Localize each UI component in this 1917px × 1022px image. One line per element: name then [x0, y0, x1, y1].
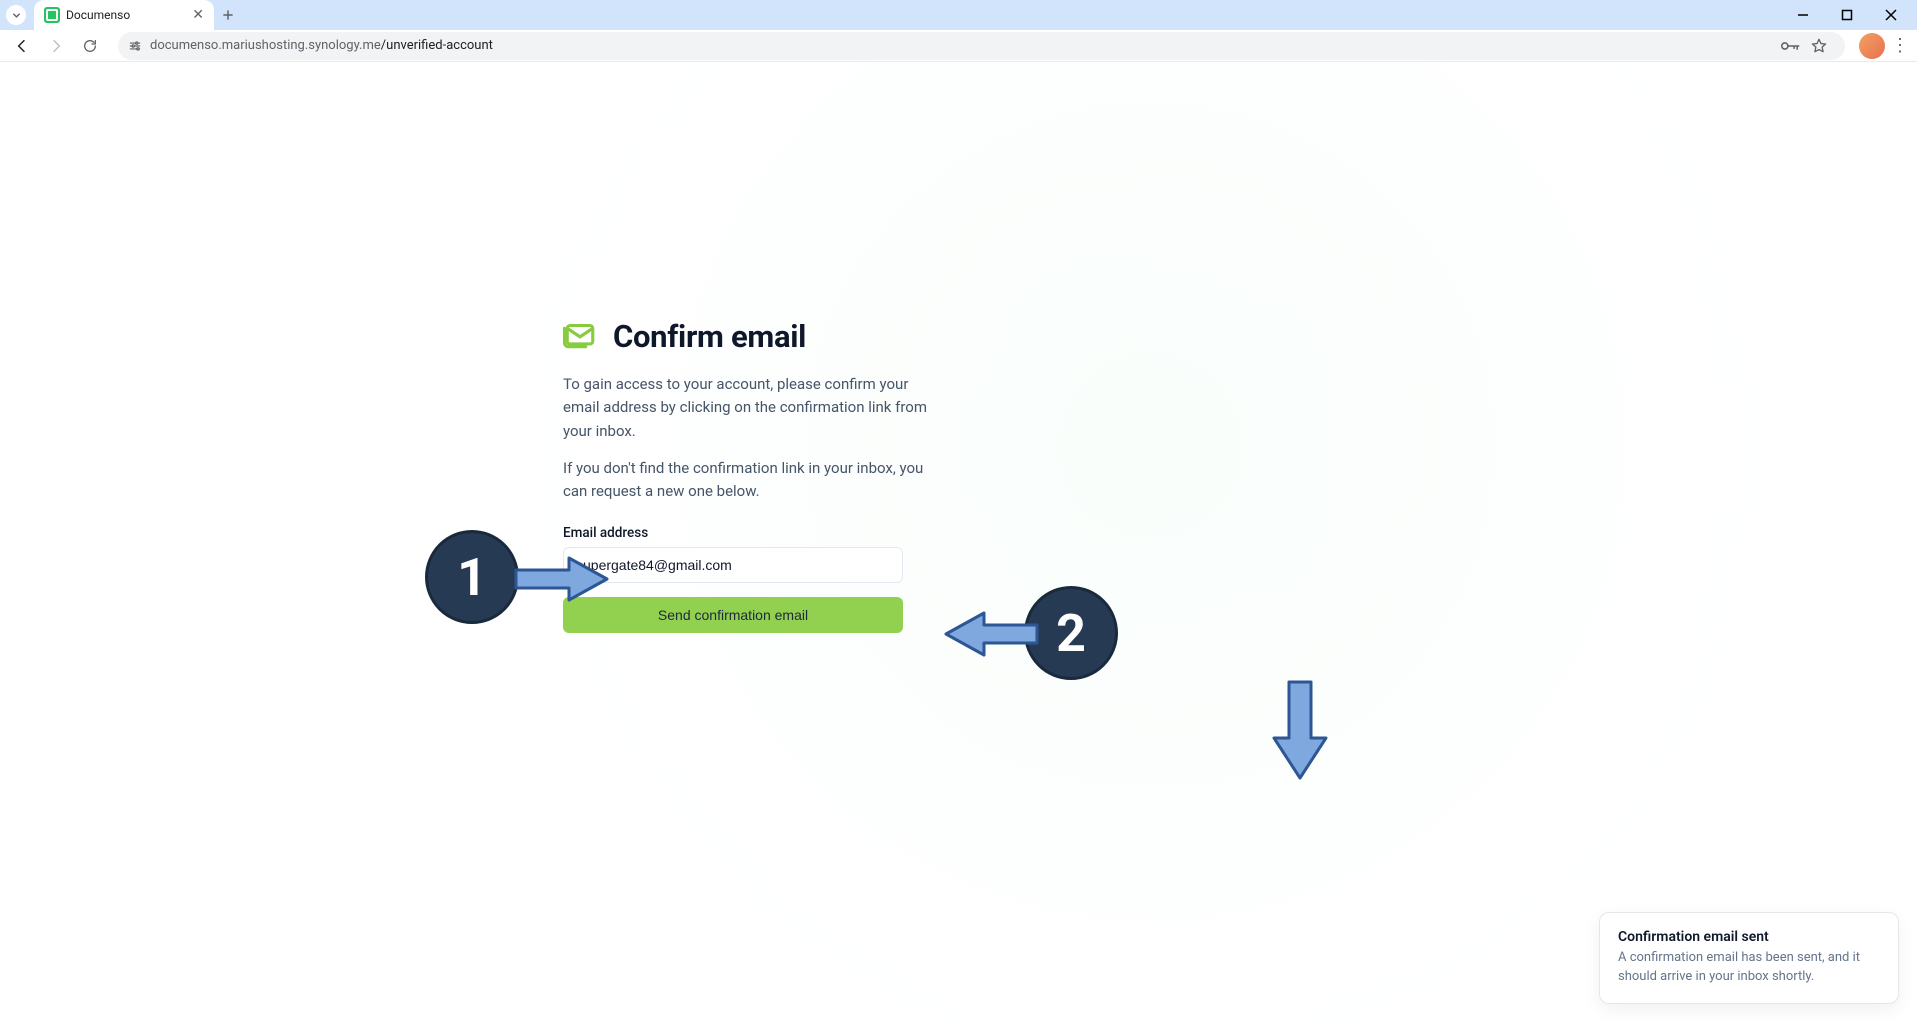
annotation-arrow-2 — [944, 611, 1039, 657]
address-row: documenso.mariushosting.synology.me/unve… — [0, 30, 1917, 62]
address-bar-right-icons — [1781, 38, 1827, 54]
url-host: documenso.mariushosting.synology.me — [150, 38, 381, 53]
url-text: documenso.mariushosting.synology.me/unve… — [150, 38, 1773, 53]
annotation-arrow-3 — [1272, 680, 1328, 780]
password-key-icon[interactable] — [1781, 39, 1801, 53]
window-close-button[interactable] — [1875, 0, 1907, 30]
send-confirmation-button[interactable]: Send confirmation email — [563, 597, 903, 633]
confirm-email-form: Email address Send confirmation email — [563, 525, 947, 633]
heading-row: Confirm email — [563, 317, 947, 355]
bookmark-star-icon[interactable] — [1811, 38, 1827, 54]
instruction-paragraph-2: If you don't find the confirmation link … — [563, 457, 947, 504]
window-controls — [1787, 0, 1917, 30]
toast-notification: Confirmation email sent A confirmation e… — [1599, 912, 1899, 1004]
arrow-right-icon — [48, 38, 64, 54]
page-content: Confirm email To gain access to your acc… — [0, 62, 1917, 1022]
arrow-left-icon — [14, 38, 30, 54]
search-tabs-button[interactable] — [6, 5, 26, 25]
maximize-icon — [1841, 9, 1853, 21]
plus-icon — [221, 8, 235, 22]
close-icon — [1885, 9, 1897, 21]
tab-active[interactable]: Documenso ✕ — [34, 0, 214, 30]
toast-title: Confirmation email sent — [1618, 929, 1880, 945]
tab-close-button[interactable]: ✕ — [192, 7, 204, 23]
chevron-down-icon — [11, 10, 22, 21]
reload-icon — [82, 38, 98, 54]
nav-back-button[interactable] — [8, 32, 36, 60]
profile-avatar-button[interactable] — [1859, 33, 1885, 59]
tab-title: Documenso — [66, 8, 186, 22]
documenso-favicon-icon — [44, 7, 60, 23]
url-path: /unverified-account — [381, 38, 493, 53]
instruction-paragraph-1: To gain access to your account, please c… — [563, 373, 947, 443]
minimize-icon — [1797, 9, 1809, 21]
annotation-badge-1: 1 — [425, 530, 519, 624]
tabs-row: Documenso ✕ — [0, 0, 1917, 30]
nav-reload-button[interactable] — [76, 32, 104, 60]
window-minimize-button[interactable] — [1787, 0, 1819, 30]
email-input[interactable] — [563, 547, 903, 583]
window-maximize-button[interactable] — [1831, 0, 1863, 30]
annotation-arrow-1 — [514, 556, 609, 602]
site-info-button[interactable] — [128, 39, 142, 53]
nav-forward-button[interactable] — [42, 32, 70, 60]
new-tab-button[interactable] — [214, 1, 242, 29]
mail-icon — [563, 317, 597, 355]
email-field-label: Email address — [563, 525, 947, 541]
browser-chrome: Documenso ✕ documenso.mariushosting.syno… — [0, 0, 1917, 62]
confirm-email-card: Confirm email To gain access to your acc… — [563, 317, 947, 633]
page-title: Confirm email — [613, 318, 806, 355]
address-bar[interactable]: documenso.mariushosting.synology.me/unve… — [118, 32, 1845, 60]
tune-icon — [128, 39, 142, 53]
browser-menu-button[interactable]: ⋮ — [1891, 35, 1909, 56]
toast-body: A confirmation email has been sent, and … — [1618, 949, 1880, 987]
